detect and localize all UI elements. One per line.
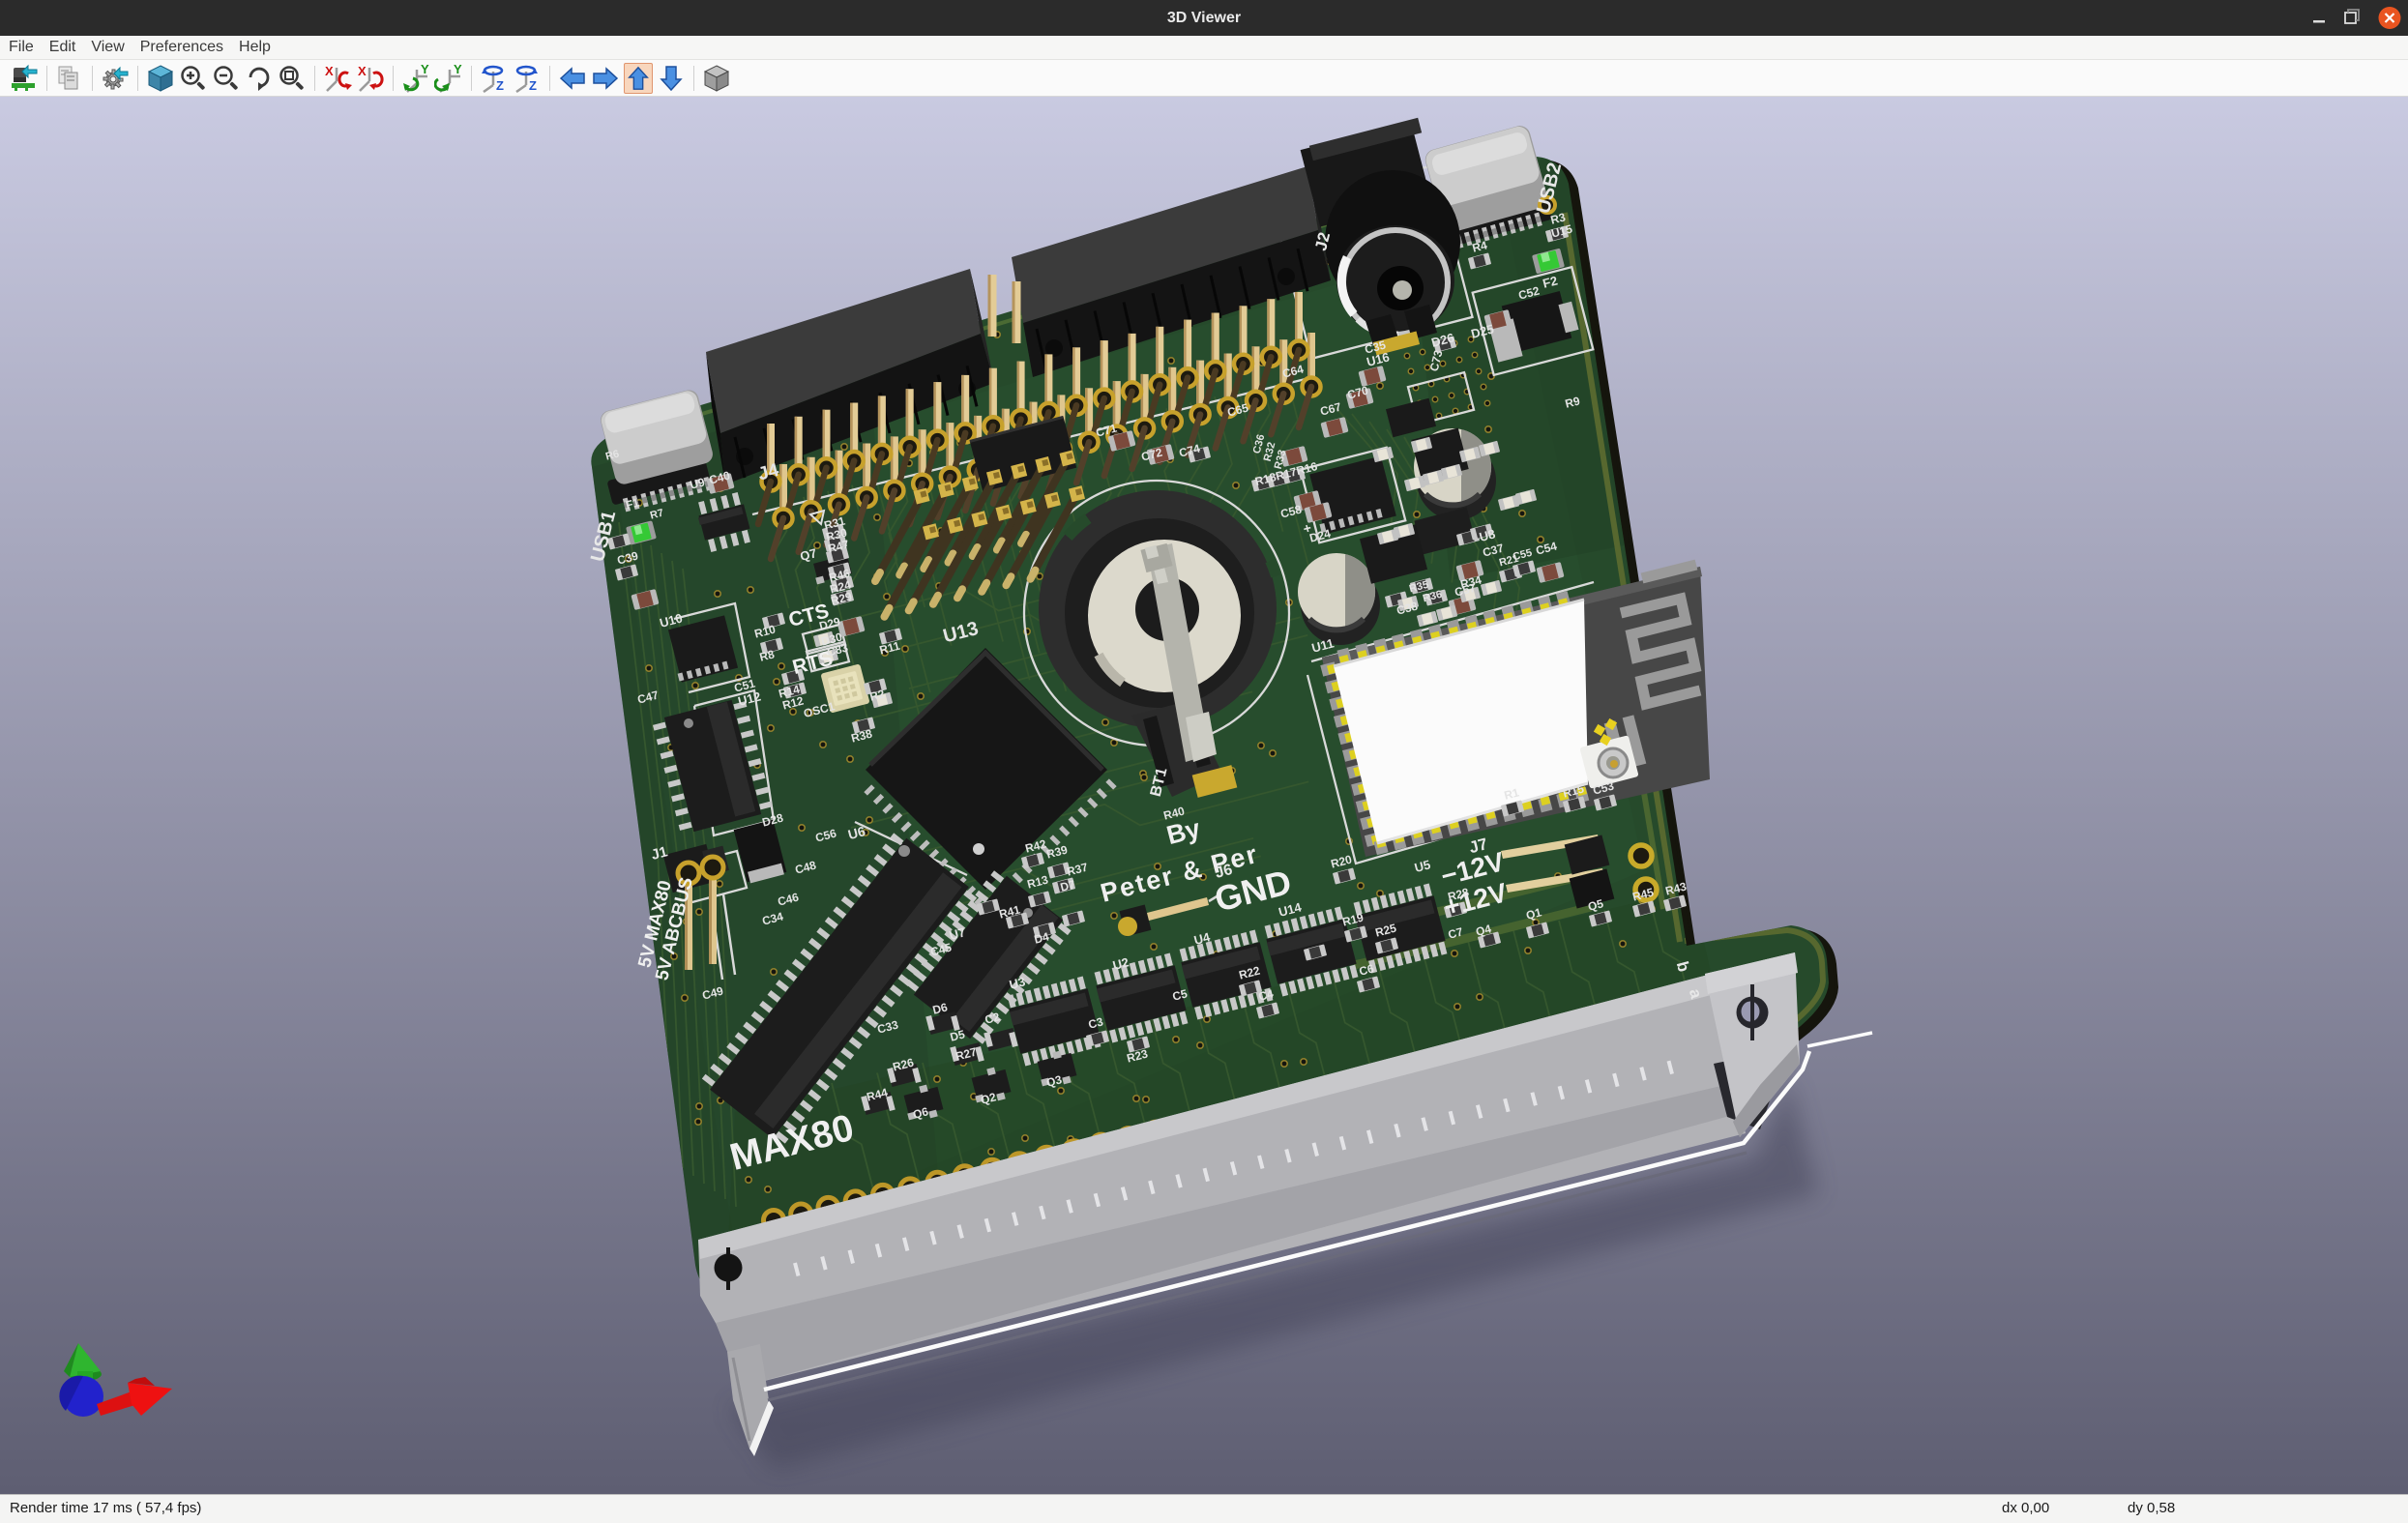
svg-text:Z: Z	[529, 78, 537, 93]
svg-text:Y: Y	[421, 64, 429, 76]
svg-text:X: X	[358, 64, 367, 78]
svg-text:Z: Z	[496, 78, 504, 93]
svg-text:X: X	[325, 64, 334, 78]
svg-text:Y: Y	[454, 64, 462, 76]
